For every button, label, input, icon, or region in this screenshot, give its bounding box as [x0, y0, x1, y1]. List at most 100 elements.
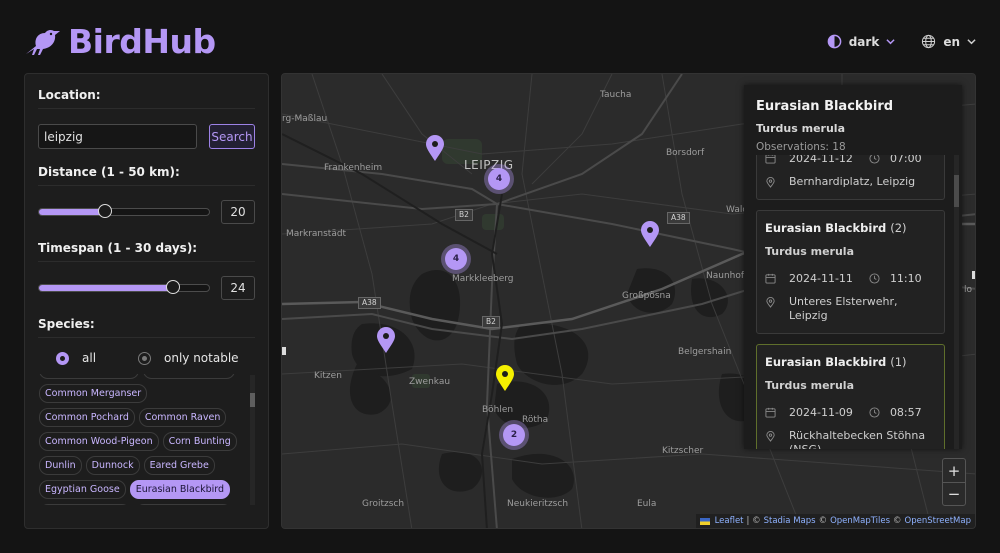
- road-badge-b2-south: B2: [482, 316, 500, 328]
- clock-icon: [869, 407, 880, 418]
- observation-count: (2): [890, 221, 907, 235]
- selected-map-pin-icon[interactable]: [495, 365, 515, 392]
- marker-cluster[interactable]: 4: [484, 164, 514, 194]
- calendar-icon: [765, 273, 776, 284]
- attribution-separator: ©: [893, 516, 902, 526]
- map-label-frankenheim: Frankenheim: [324, 163, 383, 173]
- radio-only-notable[interactable]: [138, 351, 151, 365]
- species-tag[interactable]: Eurasian Blue Tit: [39, 504, 132, 505]
- map-label-markkleeberg: Markkleeberg: [452, 274, 514, 284]
- species-tag[interactable]: Eared Grebe: [143, 456, 215, 475]
- map-label-taucha: Taucha: [600, 90, 632, 100]
- openstreetmap-link[interactable]: OpenStreetMap: [905, 516, 971, 526]
- species-tag[interactable]: Dunlin: [39, 456, 82, 475]
- timespan-value[interactable]: 24: [221, 276, 255, 300]
- observation-time: 11:10: [889, 272, 922, 285]
- ukraine-flag-icon: [699, 517, 710, 525]
- map-label-kitzscher: Kitzscher: [662, 446, 704, 456]
- marker-cluster[interactable]: 2: [499, 420, 529, 450]
- observation-list: 2024-11-12 07:00 Bernhardiplatz, Leipzig Eu…: [756, 127, 945, 449]
- language-selector[interactable]: en: [921, 34, 976, 49]
- location-pin-icon: [766, 297, 775, 308]
- observation-location-text: Unteres Elsterwehr, Leipzig: [789, 295, 898, 322]
- radio-all[interactable]: [56, 351, 69, 365]
- distance-slider-fill: [39, 209, 106, 215]
- species-tag[interactable]: Egyptian Goose: [39, 480, 126, 499]
- bird-icon: [26, 29, 60, 55]
- species-tag[interactable]: Dunnock: [85, 456, 140, 475]
- openmaptiles-link[interactable]: OpenMapTiles: [830, 516, 890, 526]
- marker-cluster-count: 4: [445, 248, 467, 270]
- observation-location: Rückhaltebecken Stöhna (NSG): [765, 429, 936, 449]
- species-scrollbar[interactable]: [250, 375, 255, 505]
- observation-date: 2024-11-11: [789, 272, 853, 285]
- location-input[interactable]: [38, 124, 197, 149]
- map-label-zwenkau: Zwenkau: [409, 377, 451, 387]
- chevron-down-icon: [967, 39, 976, 45]
- marker-cluster[interactable]: 4: [441, 244, 471, 274]
- map-label-boehlen: Böhlen: [482, 405, 514, 415]
- popup-header: Eurasian Blackbird Turdus merula Observa…: [744, 85, 962, 155]
- timespan-slider[interactable]: [38, 280, 210, 294]
- leaflet-link[interactable]: Leaflet: [715, 516, 744, 526]
- map-label-naunhof: Naunhof: [706, 271, 745, 281]
- map-label-kitzen: Kitzen: [314, 371, 342, 381]
- attribution-separator: | ©: [746, 516, 761, 526]
- map-label-borsdorf: Borsdorf: [666, 148, 705, 158]
- location-label: Location:: [38, 88, 255, 109]
- half-circle-icon: [827, 34, 842, 49]
- map-pin-icon[interactable]: [376, 327, 396, 354]
- distance-slider-thumb[interactable]: [98, 204, 113, 218]
- map-pin-icon[interactable]: [640, 221, 660, 248]
- species-tag[interactable]: Corn Bunting: [162, 432, 237, 451]
- marker-cluster-count: 4: [488, 168, 510, 190]
- app-title: BirdHub: [68, 22, 216, 61]
- species-scrollbar-thumb[interactable]: [250, 393, 255, 407]
- clock-icon: [869, 273, 880, 284]
- map-label-belgershain: Belgershain: [678, 347, 732, 357]
- popup-scrollbar-thumb[interactable]: [954, 175, 959, 207]
- observation-location: Unteres Elsterwehr, Leipzig: [765, 295, 936, 323]
- species-label: Species:: [38, 317, 255, 338]
- species-tag[interactable]: Common Wood-Pigeon: [39, 432, 159, 451]
- species-tag[interactable]: Common Pochard: [39, 408, 135, 427]
- location-pin-icon: [766, 431, 775, 442]
- zoom-in-button[interactable]: +: [943, 459, 965, 482]
- map-attribution: Leaflet | © Stadia Maps © OpenMapTiles ©…: [695, 514, 975, 528]
- map-label-massln: rg-Maßlau: [282, 114, 328, 124]
- popup-scrollbar[interactable]: [954, 155, 959, 449]
- observation-species: Eurasian Blackbird (2): [765, 221, 936, 235]
- logo[interactable]: BirdHub: [24, 22, 216, 61]
- zoom-out-button[interactable]: −: [943, 482, 965, 505]
- stadia-maps-link[interactable]: Stadia Maps: [764, 516, 816, 526]
- distance-slider[interactable]: [38, 204, 210, 218]
- species-tag[interactable]: Eurasian Bullfinch: [135, 504, 233, 505]
- map-pin-icon[interactable]: [425, 135, 445, 162]
- theme-selector[interactable]: dark: [827, 34, 896, 49]
- observation-card[interactable]: Eurasian Blackbird (1) Turdus merula 2024-…: [756, 344, 945, 449]
- observation-datetime: 2024-11-09 08:57: [765, 406, 936, 419]
- species-tag[interactable]: Eurasian Blackbird: [129, 480, 231, 499]
- timespan-slider-fill: [39, 285, 174, 291]
- species-tag-partial[interactable]: [143, 374, 235, 379]
- species-tag[interactable]: Common Merganser: [39, 384, 148, 403]
- map-label-roetha: Rötha: [522, 415, 549, 425]
- species-tag[interactable]: Common Raven: [138, 408, 227, 427]
- radio-all-label: all: [82, 351, 97, 365]
- popup-title: Eurasian Blackbird: [756, 99, 894, 114]
- species-tag-partial[interactable]: [39, 374, 139, 379]
- observation-location-text: Bernhardiplatz, Leipzig: [789, 175, 916, 188]
- observation-species: Eurasian Blackbird (1): [765, 355, 936, 369]
- timespan-slider-thumb[interactable]: [166, 280, 181, 294]
- observation-species-name: Eurasian Blackbird: [765, 355, 887, 369]
- observation-popup: 2024-11-12 07:00 Bernhardiplatz, Leipzig Eu…: [744, 85, 962, 449]
- calendar-icon: [765, 407, 776, 418]
- distance-value[interactable]: 20: [221, 200, 255, 224]
- observation-card[interactable]: Eurasian Blackbird (2) Turdus merula 2024-…: [756, 210, 945, 334]
- observation-count: (1): [890, 355, 907, 369]
- search-button[interactable]: Search: [209, 124, 255, 149]
- radio-only-notable-label: only notable: [164, 351, 239, 365]
- map-label-eula: Eula: [637, 499, 657, 509]
- map-label-lo: lo: [964, 285, 973, 295]
- theme-label: dark: [848, 34, 880, 49]
